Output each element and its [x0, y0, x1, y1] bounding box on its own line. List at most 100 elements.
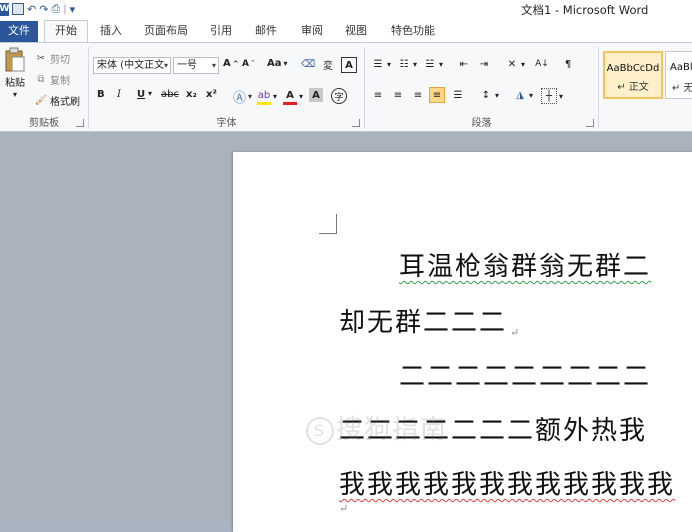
clear-format-button[interactable]: ⌫	[301, 57, 315, 71]
numbering-button[interactable]: ☷ ▾	[397, 57, 418, 71]
highlight-button[interactable]: ab ▾	[257, 88, 277, 105]
print-icon: ⎙	[51, 2, 61, 15]
style-name: ↵ 正文	[617, 82, 649, 93]
paragraph-mark-icon: ↵	[339, 502, 351, 515]
redo-button[interactable]: ↷	[39, 2, 48, 16]
underline-button[interactable]: U	[137, 89, 145, 100]
align-center-icon: ≡	[393, 89, 403, 101]
undo-button[interactable]: ↶	[27, 2, 36, 16]
sort-button[interactable]: A↓	[535, 57, 549, 71]
subscript-button[interactable]: x₂	[186, 89, 197, 100]
italic-icon: I	[117, 89, 121, 100]
change-case-button[interactable]: Aa ▾	[267, 58, 288, 69]
tab-mailings[interactable]: 邮件	[251, 21, 281, 41]
document-page[interactable]: 耳温枪翁群翁无群二 却无群二二二 ↵ 二二二二二二二二二 二二二二二二二额外热我 …	[233, 152, 692, 532]
paste-button[interactable]: 粘贴 ▾	[4, 47, 26, 99]
chinese-layout-button[interactable]: ✕ ▾	[505, 57, 525, 71]
underline-dropdown[interactable]: ▾	[148, 89, 152, 98]
align-right-button[interactable]: ≡	[411, 88, 425, 102]
character-shading-button[interactable]: A	[309, 88, 323, 102]
shrink-font-icon: A	[242, 59, 249, 69]
bullets-button[interactable]: ☰ ▾	[371, 57, 392, 71]
paragraph-launcher-icon[interactable]	[586, 119, 594, 127]
eraser-icon: ⌫	[300, 58, 316, 70]
line-spacing-icon: ↕	[481, 89, 491, 101]
distributed-button[interactable]: ☰	[451, 88, 465, 102]
doc-line-2[interactable]: 却无群二二二 ↵	[339, 302, 521, 339]
bullet-list-icon: ☰	[373, 58, 383, 70]
font-group: 宋体 (中文正文 ▾ 一号 ▾ A ^ Aˇ Aa ▾ ⌫ 変 A B I U ▾ …	[89, 43, 364, 131]
decrease-indent-button[interactable]: ⇤	[457, 57, 471, 71]
customize-qat-button[interactable]: ▾	[70, 2, 76, 16]
doc-line-1[interactable]: 耳温枪翁群翁无群二	[399, 246, 651, 283]
style-normal[interactable]: AaBbCcDd ↵ 正文	[603, 51, 663, 99]
phonetic-icon: 変	[323, 60, 333, 72]
justify-button[interactable]: ≡	[429, 87, 445, 103]
shrink-font-button[interactable]: Aˇ	[242, 59, 254, 69]
doc-line-3[interactable]: 二二二二二二二二二	[399, 356, 651, 393]
line-spacing-button[interactable]: ↕ ▾	[479, 88, 499, 102]
chevron-down-icon: ▾	[69, 2, 76, 16]
tab-review[interactable]: 审阅	[297, 21, 327, 41]
text-effects-button[interactable]: Ⓐ ▾	[233, 87, 252, 106]
align-left-button[interactable]: ≡	[371, 88, 385, 102]
font-color-icon: A	[283, 88, 297, 105]
font-name-value: 宋体 (中文正文	[97, 60, 165, 71]
clipboard-group: 粘贴 ▾ ✂ 剪切 ⧉ 复制 🖌 格式刷 剪贴板	[0, 43, 88, 131]
font-size-combo[interactable]: 一号 ▾	[173, 57, 219, 74]
increase-indent-button[interactable]: ⇥	[477, 57, 491, 71]
font-launcher-icon[interactable]	[352, 119, 360, 127]
tab-home[interactable]: 开始	[44, 20, 88, 42]
borders-button[interactable]: ┼ ▾	[541, 88, 563, 104]
undo-icon: ↶	[27, 2, 37, 16]
multilevel-list-icon: ☱	[425, 58, 435, 70]
tab-special-features[interactable]: 特色功能	[386, 21, 440, 41]
strikethrough-button[interactable]: abc	[161, 89, 179, 100]
clipboard-launcher-icon[interactable]	[76, 119, 84, 127]
paintbrush-icon: 🖌	[34, 95, 48, 106]
enclose-char-icon: 字	[331, 88, 347, 104]
enclose-characters-button[interactable]: 字	[331, 88, 347, 104]
underline-icon: U	[137, 89, 146, 100]
document-workspace: 耳温枪翁群翁无群二 却无群二二二 ↵ 二二二二二二二二二 二二二二二二二额外热我 …	[0, 132, 692, 532]
italic-button[interactable]: I	[117, 89, 121, 100]
tab-references[interactable]: 引用	[206, 21, 236, 41]
grow-font-icon: A	[223, 58, 231, 69]
multilevel-list-button[interactable]: ☱ ▾	[423, 57, 444, 71]
bold-button[interactable]: B	[97, 89, 105, 100]
paste-label: 粘贴	[5, 78, 25, 89]
tab-insert[interactable]: 插入	[96, 21, 126, 41]
pilcrow-icon: ¶	[564, 58, 572, 70]
subscript-icon: x₂	[186, 89, 197, 100]
print-preview-button[interactable]: ⎙	[51, 2, 60, 16]
word-logo-icon[interactable]: W	[0, 2, 9, 16]
shading-button[interactable]: ◮ ▾	[513, 88, 533, 102]
font-color-button[interactable]: A ▾	[283, 88, 303, 105]
superscript-button[interactable]: x²	[206, 89, 217, 100]
cut-button[interactable]: ✂ 剪切	[34, 51, 70, 66]
shading-a-icon: A	[309, 88, 323, 102]
grow-font-button[interactable]: A ^	[223, 58, 239, 69]
tab-file[interactable]: 文件	[0, 21, 38, 42]
save-button[interactable]	[12, 2, 24, 16]
format-painter-button[interactable]: 🖌 格式刷	[34, 93, 80, 108]
show-marks-button[interactable]: ¶	[561, 57, 575, 71]
strikethrough-icon: abc	[161, 89, 179, 100]
ribbon-tabs: 文件 开始 插入 页面布局 引用 邮件 审阅 视图 特色功能	[0, 20, 692, 42]
character-border-button[interactable]: A	[341, 57, 357, 73]
superscript-icon: x²	[206, 89, 217, 100]
tab-view[interactable]: 视图	[341, 21, 371, 41]
phonetic-guide-button[interactable]: 変	[321, 57, 335, 72]
style-no-spacing[interactable]: AaBl ↵ 无	[665, 51, 692, 99]
qat-separator: |	[63, 3, 67, 15]
copy-button[interactable]: ⧉ 复制	[34, 72, 70, 87]
font-name-combo[interactable]: 宋体 (中文正文 ▾	[93, 57, 171, 74]
style-name: ↵ 无	[672, 83, 692, 94]
cut-label: 剪切	[50, 55, 70, 66]
bold-icon: B	[97, 89, 105, 100]
text-effects-icon: Ⓐ	[233, 91, 247, 106]
doc-line-5[interactable]: 我我我我我我我我我我我我	[339, 464, 675, 501]
align-center-button[interactable]: ≡	[391, 88, 405, 102]
tab-page-layout[interactable]: 页面布局	[139, 21, 193, 41]
crop-mark	[319, 214, 337, 234]
